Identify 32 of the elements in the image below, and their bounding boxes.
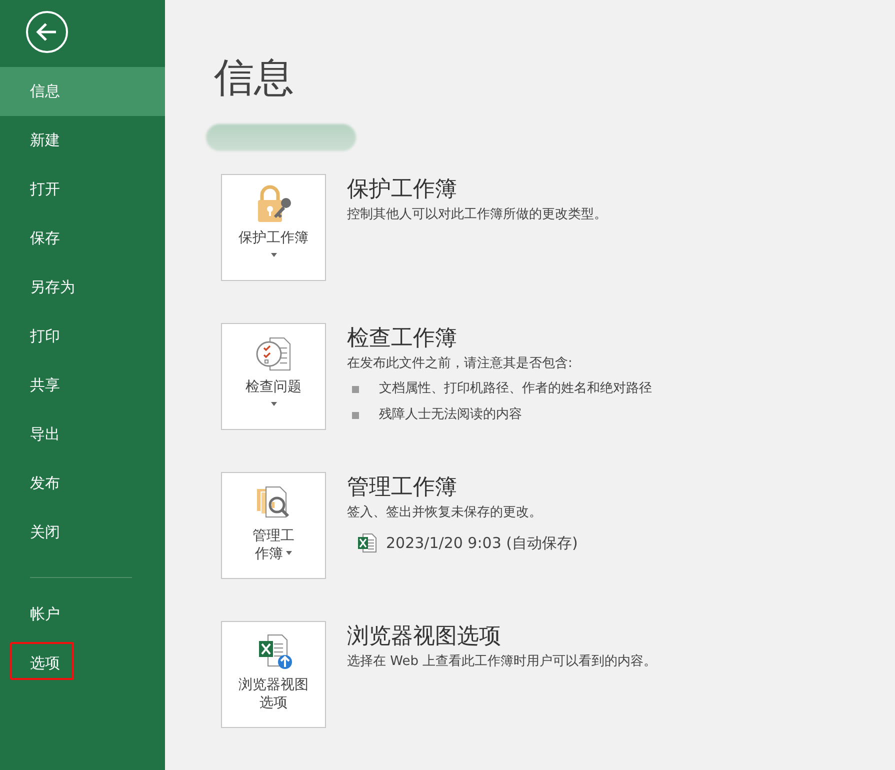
sidebar-item[interactable]: 关闭 [0, 508, 165, 557]
sidebar-item[interactable]: 导出 [0, 410, 165, 459]
section-description: 在发布此文件之前，请注意其是否包含: [347, 355, 572, 373]
section-title: 检查工作簿 [347, 325, 457, 353]
section-description: 控制其他人可以对此工作簿所做的更改类型。 [347, 206, 607, 224]
section-description: 签入、签出并恢复未保存的更改。 [347, 504, 542, 522]
sidebar-item[interactable]: 信息 [0, 67, 165, 116]
sidebar-item[interactable]: 打开 [0, 165, 165, 214]
sidebar-item[interactable]: 发布 [0, 459, 165, 508]
section-title: 浏览器视图选项 [347, 623, 501, 651]
workbook-action-button[interactable]: 管理工 作簿 [221, 472, 326, 579]
bullet-icon [352, 412, 359, 418]
bullet-text: 文档属性、打印机路径、作者的姓名和绝对路径 [379, 380, 652, 398]
workbook-action-button[interactable]: 检查问题 [221, 323, 326, 430]
sidebar-item[interactable]: 帐户 [0, 590, 165, 639]
sidebar-item[interactable]: 共享 [0, 361, 165, 410]
page-title: 信息 [214, 54, 295, 103]
sidebar-item[interactable]: 保存 [0, 214, 165, 263]
autosave-version-link[interactable]: 2023/1/20 9:03 (自动保存) [386, 534, 578, 552]
spreadsheet-file-icon [357, 533, 377, 553]
back-button[interactable] [25, 10, 69, 54]
bullet-text: 残障人士无法阅读的内容 [379, 406, 522, 424]
workbook-action-button[interactable]: 保护工作簿 [221, 174, 326, 281]
sidebar-item[interactable]: 新建 [0, 116, 165, 165]
bullet-icon [352, 386, 359, 392]
section-title: 保护工作簿 [347, 176, 457, 204]
workbook-action-button[interactable]: 浏览器视图 选项 [221, 621, 326, 728]
sidebar-item[interactable]: 打印 [0, 312, 165, 361]
sidebar-item[interactable]: 另存为 [0, 263, 165, 312]
section-description: 选择在 Web 上查看此工作簿时用户可以看到的内容。 [347, 653, 657, 671]
sidebar-item[interactable]: 选项 [0, 639, 165, 688]
section-title: 管理工作簿 [347, 474, 457, 502]
